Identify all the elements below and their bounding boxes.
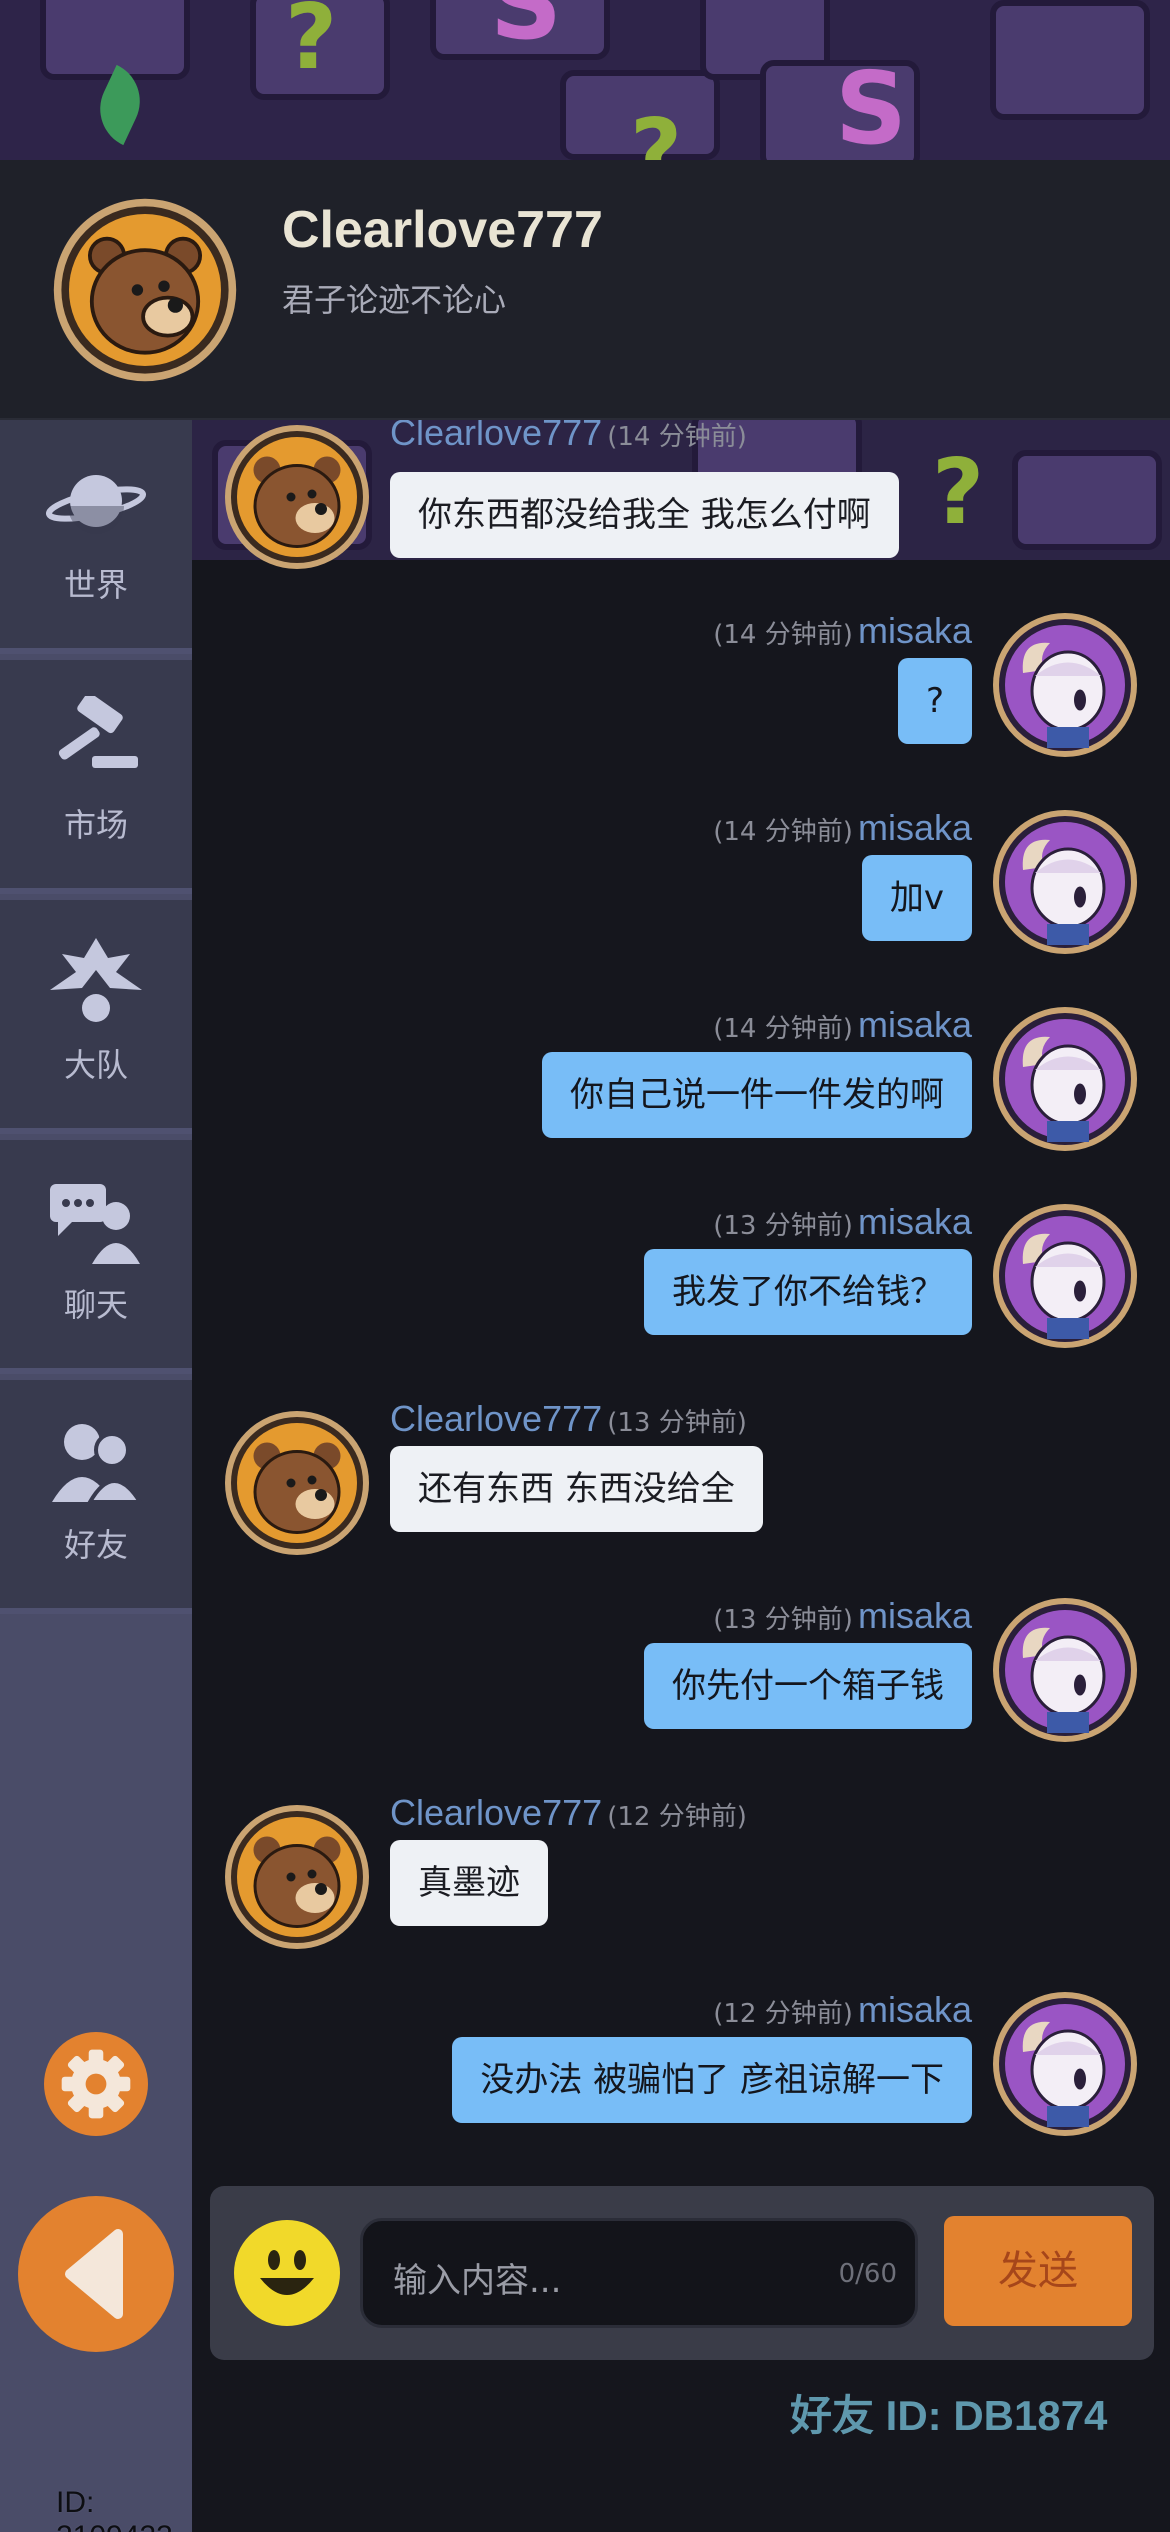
message-time: (13 分钟前) (607, 1408, 747, 1438)
sidebar-item-label: 市场 (63, 806, 128, 844)
message-meta: (12 分钟前) misaka (713, 1989, 972, 2031)
bear-avatar (225, 1805, 369, 1949)
send-button[interactable]: 发送 (944, 2216, 1132, 2326)
bear-avatar (53, 198, 237, 382)
sheep-avatar (993, 1007, 1137, 1151)
sender-name: Clearlove777 (390, 420, 603, 453)
message-meta: (14 分钟前) misaka (713, 807, 972, 849)
sheep-avatar (993, 1598, 1137, 1742)
friend-id: 好友 ID: DB1874 (790, 2392, 1108, 2439)
message-time: (14 分钟前) (607, 422, 747, 452)
sidebar-item-chat[interactable]: 聊天 (0, 1140, 192, 1374)
sender-name: misaka (857, 610, 972, 651)
back-arrow-icon (65, 2229, 123, 2319)
decorative-banner: ? S ? S (0, 0, 1170, 170)
friend-motto: 君子论迹不论心 (282, 281, 507, 319)
message-input[interactable]: 输入内容... 0/60 (360, 2218, 918, 2328)
message-meta: Clearlove777 (14 分钟前) (390, 420, 747, 454)
sender-name: Clearlove777 (390, 1792, 603, 1833)
message-meta: Clearlove777 (12 分钟前) (390, 1792, 747, 1834)
friends-icon (52, 1424, 144, 1504)
message-composer: 输入内容... 0/60 发送 (210, 2186, 1154, 2360)
chat-messages[interactable]: ? Clearlove777 (14 分钟前) 你东西都没给我全 我怎么付啊 (… (192, 420, 1170, 2180)
chat-screen: ? S ? S Clearlove777 君子论迹不论心 世界 市场 大队 聊天… (0, 0, 1170, 2532)
sidebar-item-guild[interactable]: 大队 (0, 900, 192, 1134)
message-time: (13 分钟前) (713, 1211, 853, 1241)
message-input-placeholder: 输入内容... (393, 2261, 562, 2301)
sender-name: Clearlove777 (390, 1398, 603, 1439)
player-id: ID: 2109423 (56, 2486, 173, 2532)
message-bubble: 我发了你不给钱？ (644, 1249, 972, 1335)
message-incoming: Clearlove777 (12 分钟前) 真墨迹 (192, 1792, 1170, 1952)
message-meta: (13 分钟前) misaka (713, 1595, 972, 1637)
message-meta: Clearlove777 (13 分钟前) (390, 1398, 747, 1440)
message-time: (13 分钟前) (713, 1605, 853, 1635)
message-bubble: ? (897, 658, 972, 744)
sidebar-item-friends[interactable]: 好友 (0, 1380, 192, 1614)
message-bubble: 你先付一个箱子钱 (644, 1643, 972, 1729)
sidebar-item-label: 世界 (63, 566, 128, 604)
sidebar-item-label: 聊天 (63, 1286, 128, 1324)
sender-name: misaka (857, 1595, 972, 1636)
settings-button[interactable] (44, 2032, 148, 2136)
sheep-avatar (993, 1992, 1137, 2136)
sidebar-item-world[interactable]: 世界 (0, 420, 192, 654)
friend-name: Clearlove777 (282, 201, 603, 259)
message-bubble: 还有东西 东西没给全 (390, 1446, 763, 1532)
message-time: (14 分钟前) (713, 1014, 853, 1044)
bear-avatar (225, 425, 369, 569)
message-meta: (14 分钟前) misaka (713, 610, 972, 652)
message-incoming: Clearlove777 (13 分钟前) 还有东西 东西没给全 (192, 1398, 1170, 1558)
message-outgoing: (12 分钟前) misaka 没办法 被骗怕了 彦祖谅解一下 (192, 1989, 1170, 2149)
smiley-icon (260, 2250, 314, 2295)
message-outgoing: (13 分钟前) misaka 我发了你不给钱？ (192, 1201, 1170, 1361)
message-incoming: Clearlove777 (14 分钟前) 你东西都没给我全 我怎么付啊 (192, 420, 1170, 580)
sidebar-item-label: 好友 (63, 1526, 128, 1564)
message-bubble: 真墨迹 (390, 1840, 548, 1926)
sheep-avatar (993, 810, 1137, 954)
message-outgoing: (14 分钟前) misaka ? (192, 610, 1170, 770)
dollar-s-decoration: S (835, 50, 908, 167)
message-meta: (13 分钟前) misaka (713, 1201, 972, 1243)
gavel-icon (58, 696, 138, 768)
friend-header: Clearlove777 君子论迹不论心 (0, 160, 1170, 420)
message-bubble: 你东西都没给我全 我怎么付啊 (390, 472, 899, 558)
question-mark-decoration: ? (285, 0, 338, 90)
sidebar: 世界 市场 大队 聊天 好友 ID: (0, 420, 192, 2532)
sheep-avatar (993, 1204, 1137, 1348)
emoji-button[interactable] (234, 2220, 340, 2326)
dollar-s-decoration: S (490, 0, 563, 62)
sender-name: misaka (857, 1201, 972, 1242)
sender-name: misaka (857, 1989, 972, 2030)
message-time: (14 分钟前) (713, 817, 853, 847)
message-outgoing: (14 分钟前) misaka 加v (192, 807, 1170, 967)
message-bubble: 没办法 被骗怕了 彦祖谅解一下 (452, 2037, 972, 2123)
sidebar-item-market[interactable]: 市场 (0, 660, 192, 894)
message-outgoing: (13 分钟前) misaka 你先付一个箱子钱 (192, 1595, 1170, 1755)
message-bubble: 你自己说一件一件发的啊 (542, 1052, 972, 1138)
message-meta: (14 分钟前) misaka (713, 1004, 972, 1046)
gear-icon (61, 2049, 131, 2119)
message-outgoing: (14 分钟前) misaka 你自己说一件一件发的啊 (192, 1004, 1170, 1164)
guild-emblem-icon (50, 938, 142, 1022)
message-time: (12 分钟前) (607, 1802, 747, 1832)
sidebar-item-label: 大队 (63, 1046, 128, 1084)
back-button[interactable] (18, 2196, 174, 2352)
sender-name: misaka (857, 807, 972, 848)
character-counter: 0/60 (838, 2259, 897, 2289)
message-bubble: 加v (861, 855, 972, 941)
message-time: (12 分钟前) (713, 1999, 853, 2029)
sender-name: misaka (857, 1004, 972, 1045)
message-time: (14 分钟前) (713, 620, 853, 650)
planet-icon (46, 475, 146, 534)
sheep-avatar (993, 613, 1137, 757)
chest-decoration (990, 0, 1150, 120)
bear-avatar (225, 1411, 369, 1555)
chat-bubbles-icon (50, 1184, 140, 1264)
